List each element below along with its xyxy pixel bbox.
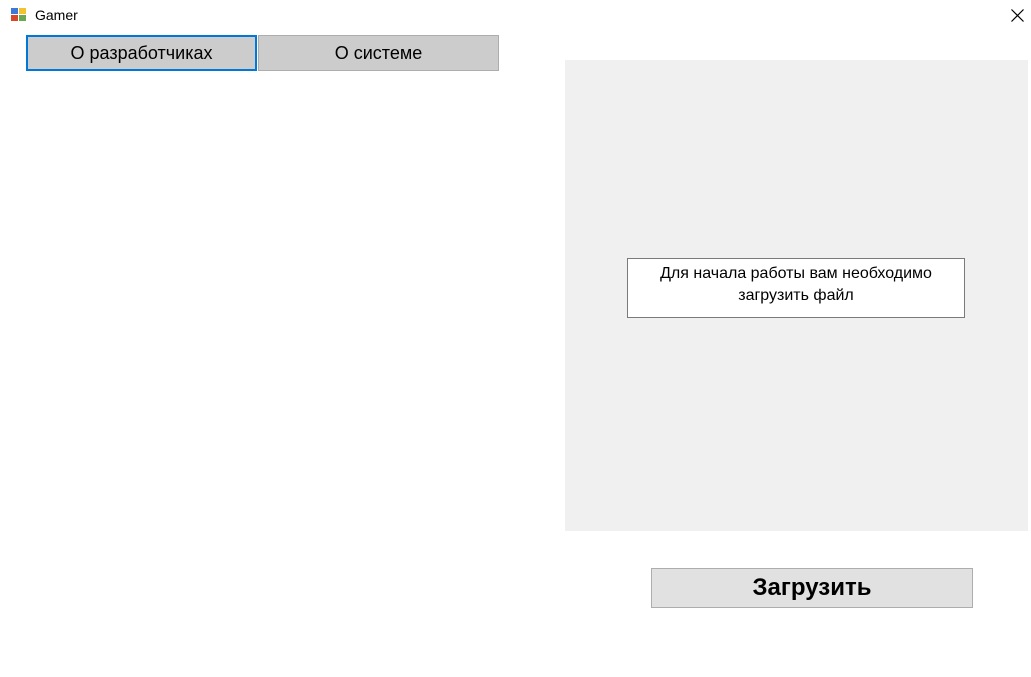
close-icon: [1011, 9, 1024, 22]
main-window: Gamer О разработчиках О системе Для нача…: [0, 0, 1031, 677]
app-window-icon: [11, 8, 27, 23]
start-message-label: Для начала работы вам необходимо загрузи…: [627, 258, 965, 318]
close-button[interactable]: [1003, 0, 1031, 31]
about-system-button[interactable]: О системе: [258, 35, 499, 71]
title-bar: Gamer: [0, 0, 1031, 31]
load-file-button[interactable]: Загрузить: [651, 568, 973, 608]
about-developers-button[interactable]: О разработчиках: [26, 35, 257, 71]
window-title: Gamer: [35, 7, 78, 23]
